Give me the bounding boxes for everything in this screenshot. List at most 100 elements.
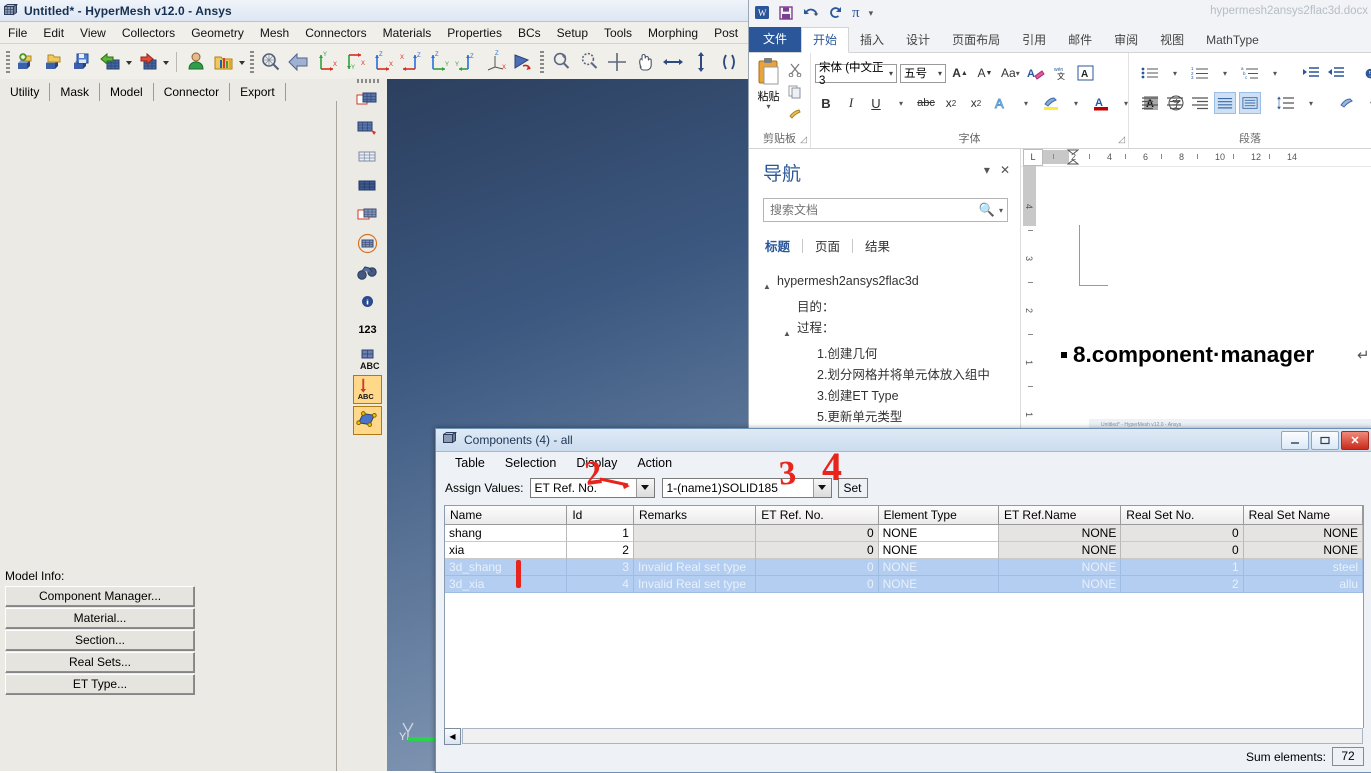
cell-id[interactable]: 3 <box>567 559 634 576</box>
increase-indent-icon[interactable] <box>1325 62 1347 84</box>
word-ribbon-tabs[interactable]: 文件开始插入设计页面布局引用邮件审阅视图MathType <box>749 27 1371 53</box>
word-tab-6[interactable]: 邮件 <box>1057 28 1103 52</box>
dialog-menu-action[interactable]: Action <box>627 456 682 470</box>
element-abc-icon[interactable]: ABC <box>354 346 381 373</box>
column-header-real_set_no[interactable]: Real Set No. <box>1121 506 1243 524</box>
mesh-circle-icon[interactable] <box>354 230 381 257</box>
cell-remarks[interactable] <box>634 525 756 542</box>
nav-tree-item[interactable]: 5.更新单元类型 <box>763 407 1008 428</box>
mathtype-pi-icon[interactable]: π <box>852 6 860 21</box>
model-info-button-4[interactable]: ET Type... <box>5 674 195 695</box>
zoom-global-icon[interactable] <box>258 49 284 75</box>
scroll-track[interactable] <box>462 728 1363 744</box>
cell-et_ref_name[interactable]: NONE <box>999 525 1121 542</box>
cell-name[interactable]: 3d_shang <box>445 559 567 576</box>
multilevel-dropdown-icon[interactable]: ▾ <box>1264 62 1286 84</box>
tab-mask[interactable]: Mask <box>50 83 100 101</box>
view-zy2-icon[interactable]: ZY <box>454 49 480 75</box>
cell-real_set_no[interactable]: 0 <box>1121 525 1243 542</box>
import-dropdown-icon[interactable] <box>125 49 134 75</box>
decrease-indent-icon[interactable] <box>1300 62 1322 84</box>
font-dialog-launcher-icon[interactable]: ◿ <box>1118 134 1125 145</box>
cell-et_ref_name[interactable]: NONE <box>999 542 1121 559</box>
word-tab-5[interactable]: 引用 <box>1011 28 1057 52</box>
chevron-down-icon-assign-value[interactable] <box>813 479 831 497</box>
toolbar-grip-2[interactable] <box>250 51 254 73</box>
menu-item-collectors[interactable]: Collectors <box>114 26 183 40</box>
chevron-down-icon-assign-field[interactable] <box>636 479 654 497</box>
column-header-et_ref_name[interactable]: ET Ref.Name <box>999 506 1121 524</box>
cell-element_type[interactable]: NONE <box>879 576 999 593</box>
navigation-options-icon[interactable]: ▾ <box>984 163 990 177</box>
model-info-button-0[interactable]: Component Manager... <box>5 586 195 607</box>
horizontal-ruler[interactable]: L 2468101214 <box>1021 149 1371 167</box>
plot-folder-icon[interactable] <box>211 49 237 75</box>
clear-formatting-icon[interactable]: A <box>1025 62 1047 84</box>
word-tab-9[interactable]: MathType <box>1195 28 1270 52</box>
nav-tree-item[interactable]: ▲过程： <box>763 318 1008 344</box>
bold-icon[interactable]: B <box>815 92 837 114</box>
cell-id[interactable]: 2 <box>567 542 634 559</box>
table-row[interactable]: xia20NONENONE0NONE <box>445 542 1363 559</box>
numbering-dropdown-icon[interactable]: ▾ <box>1214 62 1236 84</box>
assign-field-combo[interactable]: ET Ref. No. <box>530 478 655 498</box>
expand-icon[interactable] <box>716 49 742 75</box>
dialog-menubar[interactable]: TableSelectionDisplayAction <box>436 452 1371 474</box>
redo-icon[interactable] <box>829 6 843 22</box>
expand-triangle-icon[interactable]: ▲ <box>783 318 797 344</box>
cell-element_type[interactable]: NONE <box>879 559 999 576</box>
nav-tree-item[interactable]: 1.创建几何 <box>763 344 1008 365</box>
navigation-tree[interactable]: ▲hypermesh2ansys2flac3d目的：▲过程：1.创建几何2.划分… <box>763 271 1008 428</box>
decrease-font-size-icon[interactable]: A▼ <box>974 62 996 84</box>
justify-icon[interactable] <box>1214 92 1236 114</box>
word-tab-7[interactable]: 审阅 <box>1103 28 1149 52</box>
fit-view-icon[interactable] <box>604 49 630 75</box>
align-right-icon[interactable] <box>1189 92 1211 114</box>
table-row[interactable]: shang10NONENONE0NONE <box>445 525 1363 542</box>
toolbar-grip[interactable] <box>6 51 10 73</box>
menu-item-edit[interactable]: Edit <box>35 26 72 40</box>
binoculars-icon[interactable] <box>354 259 381 286</box>
mesh-shaded-edges-icon[interactable] <box>354 85 381 112</box>
cell-real_set_name[interactable]: NONE <box>1244 525 1363 542</box>
components-table[interactable]: NameIdRemarksET Ref. No.Element TypeET R… <box>444 505 1364 739</box>
model-info-button-2[interactable]: Section... <box>5 630 195 651</box>
dialog-menu-table[interactable]: Table <box>445 456 495 470</box>
superscript-icon[interactable]: x2 <box>965 92 987 114</box>
dialog-menu-display[interactable]: Display <box>566 456 627 470</box>
cell-et_ref_name[interactable]: NONE <box>999 559 1121 576</box>
line-spacing-dropdown-icon[interactable]: ▾ <box>1300 92 1322 114</box>
word-tab-3[interactable]: 设计 <box>895 28 941 52</box>
shading-icon[interactable] <box>1336 92 1358 114</box>
components-dialog[interactable]: Components (4) - all ✕ TableSelectionDis… <box>435 428 1371 773</box>
surface-node-icon[interactable] <box>353 406 382 435</box>
cell-real_set_name[interactable]: allu <box>1244 576 1363 593</box>
table-horizontal-scrollbar[interactable]: ◀ <box>444 728 1364 744</box>
cell-real_set_name[interactable]: NONE <box>1244 542 1363 559</box>
menu-item-post[interactable]: Post <box>706 26 746 40</box>
table-row[interactable]: 3d_shang3Invalid Real set type0NONENONE1… <box>445 559 1363 576</box>
indent-markers-icon[interactable] <box>1067 149 1079 166</box>
expand-triangle-icon[interactable]: ▲ <box>763 271 777 297</box>
nav-tab-0[interactable]: 标题 <box>763 236 802 255</box>
model-info-button-3[interactable]: Real Sets... <box>5 652 195 673</box>
view-xy-icon[interactable]: YX <box>314 49 340 75</box>
cell-remarks[interactable] <box>634 542 756 559</box>
new-session-icon[interactable] <box>14 49 40 75</box>
nav-tree-item[interactable]: 2.划分网格并将单元体放入组中 <box>763 365 1008 386</box>
mesh-highlight-icon[interactable] <box>354 201 381 228</box>
menu-item-geometry[interactable]: Geometry <box>183 26 252 40</box>
nav-tab-1[interactable]: 页面 <box>803 236 852 255</box>
maximize-button[interactable] <box>1311 431 1339 450</box>
column-header-element_type[interactable]: Element Type <box>879 506 999 524</box>
character-border-icon[interactable]: A <box>1075 62 1097 84</box>
plot-dropdown-icon[interactable] <box>238 49 247 75</box>
cell-et_ref_no[interactable]: 0 <box>756 525 878 542</box>
iso-view-icon[interactable]: Z X <box>482 49 508 75</box>
paste-dropdown-icon[interactable]: ▾ <box>753 104 784 109</box>
mesh-lines-icon[interactable] <box>354 143 381 170</box>
clipboard-dialog-launcher-icon[interactable]: ◿ <box>800 134 807 145</box>
strikethrough-icon[interactable]: abc <box>915 92 937 114</box>
save-icon[interactable] <box>779 6 793 22</box>
word-tab-1[interactable]: 开始 <box>801 27 849 53</box>
